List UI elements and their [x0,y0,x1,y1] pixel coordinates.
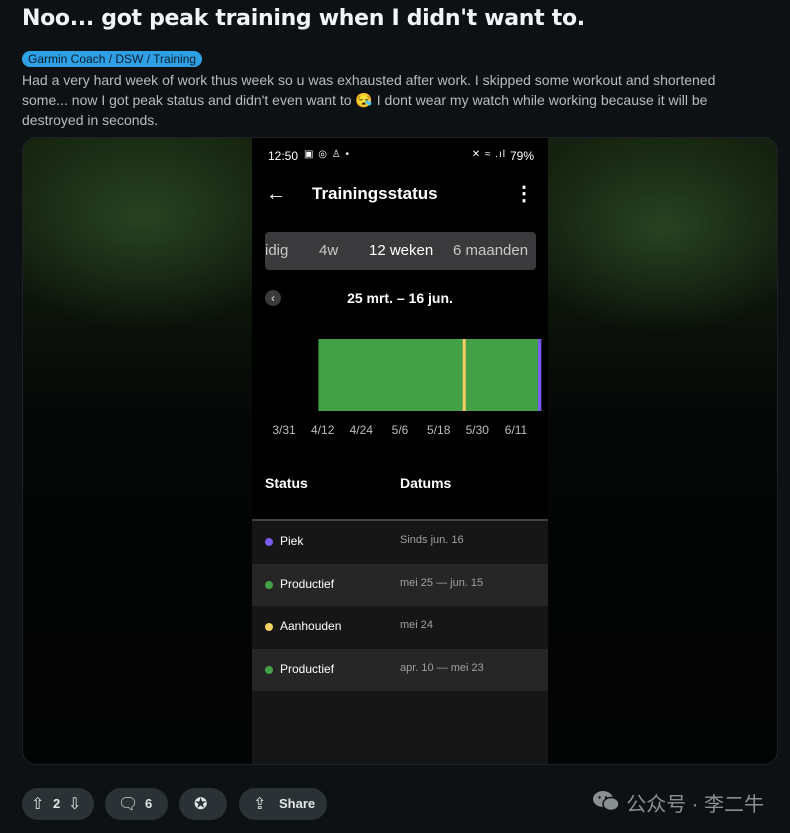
battery-level: 79% [509,149,534,163]
wechat-icon [593,791,620,812]
share-icon: ⇪ [253,796,267,813]
status-segment-piek-3 [538,339,542,411]
back-arrow-icon[interactable]: ← [266,180,286,208]
post-body: Had a very hard week of work thus week s… [22,72,716,128]
x-tick-label: 6/11 [505,423,528,437]
x-tick-label: 5/18 [427,423,451,437]
status-label: Productief [280,661,335,676]
phone-status-bar: 12:50 ▣ ◎ ♙ • ✕ ≈ .ıl 79% [268,149,534,165]
status-dot [265,538,273,546]
status-time: 12:50 [268,149,299,163]
downvote-icon[interactable]: ⇩ [68,794,81,814]
watermark-text: 公众号 · 李二牛 [626,794,764,816]
phone-empty-area [252,691,548,764]
more-vert-icon[interactable]: ⋮ [514,180,534,208]
table-row[interactable]: Piek Sinds jun. 16 [252,521,548,564]
range-tabs: idig 4w 12 weken 6 maanden [265,232,536,270]
share-label: Share [279,796,316,811]
vote-count: 2 [53,796,61,811]
table-row[interactable]: Aanhouden mei 24 [252,606,548,649]
award-button[interactable]: ✪ [179,788,227,820]
status-segment-productief-0 [318,339,463,411]
status-dates: apr. 10 — mei 23 [400,661,484,674]
status-segment-aanhouden-1 [462,339,466,411]
status-column-header: Status [265,475,308,491]
signal-icons: ✕ ≈ .ıl [471,149,506,160]
media-image[interactable]: 12:50 ▣ ◎ ♙ • ✕ ≈ .ıl 79% ← Trainingssta… [22,137,778,765]
status-label: Productief [280,576,335,591]
status-dates: Sinds jun. 16 [400,534,464,546]
award-icon: ✪ [194,796,208,813]
date-column-header: Datums [400,475,452,491]
comments-button[interactable]: 🗨 6 [105,788,168,820]
status-table-header: Status Datums [252,475,548,505]
table-row[interactable]: Productief apr. 10 — mei 23 [252,648,548,691]
status-dot [265,665,273,674]
chevron-left-icon[interactable]: ‹ [265,290,281,306]
x-tick-label: 3/31 [272,423,296,437]
x-tick-label: 5/6 [392,423,409,437]
date-range-row: 25 mrt. – 16 jun. ‹ [252,288,548,308]
post-flair[interactable]: Garmin Coach / DSW / Training [22,51,203,67]
app-bar: ← Trainingsstatus ⋮ [252,180,548,208]
training-status-chart: 3/31 4/12 4/24 5/6 5/18 5/30 6/11 [272,339,542,437]
comment-count: 6 [145,796,153,811]
status-dates: mei 25 — jun. 15 [400,576,484,589]
phone-screenshot: 12:50 ▣ ◎ ♙ • ✕ ≈ .ıl 79% ← Trainingssta… [252,138,548,764]
status-dates: mei 24 [400,619,434,631]
watermark: 公众号 · 李二牛 [593,788,764,816]
upvote-icon[interactable]: ⇧ [31,794,44,814]
tab-12-weeks[interactable]: 12 weken [369,242,433,259]
tab-4w[interactable]: 4w [319,242,338,259]
share-button[interactable]: ⇪ Share [239,788,327,820]
vote-control: ⇧ 2 ⇩ [22,788,94,820]
status-table: Piek Sinds jun. 16 Productief mei 25 — j… [252,521,548,691]
tab-7d[interactable]: idig [265,242,288,259]
date-range: 25 mrt. – 16 jun. [347,290,453,306]
status-label: Aanhouden [280,619,342,633]
x-tick-label: 5/30 [466,423,490,437]
notification-icons: ▣ ◎ ♙ • [304,149,350,160]
status-label: Piek [280,534,304,548]
tab-6-months[interactable]: 6 maanden [453,242,528,259]
comment-icon: 🗨 [118,796,139,813]
x-tick-label: 4/12 [311,423,335,437]
post-title: Noo... got peak training when I didn't w… [22,6,585,31]
table-row[interactable]: Productief mei 25 — jun. 15 [252,563,548,606]
x-tick-label: 4/24 [350,423,374,437]
app-title: Trainingsstatus [312,184,438,203]
status-dot [265,623,273,631]
status-segment-productief-2 [465,339,538,411]
status-dot [265,580,273,589]
